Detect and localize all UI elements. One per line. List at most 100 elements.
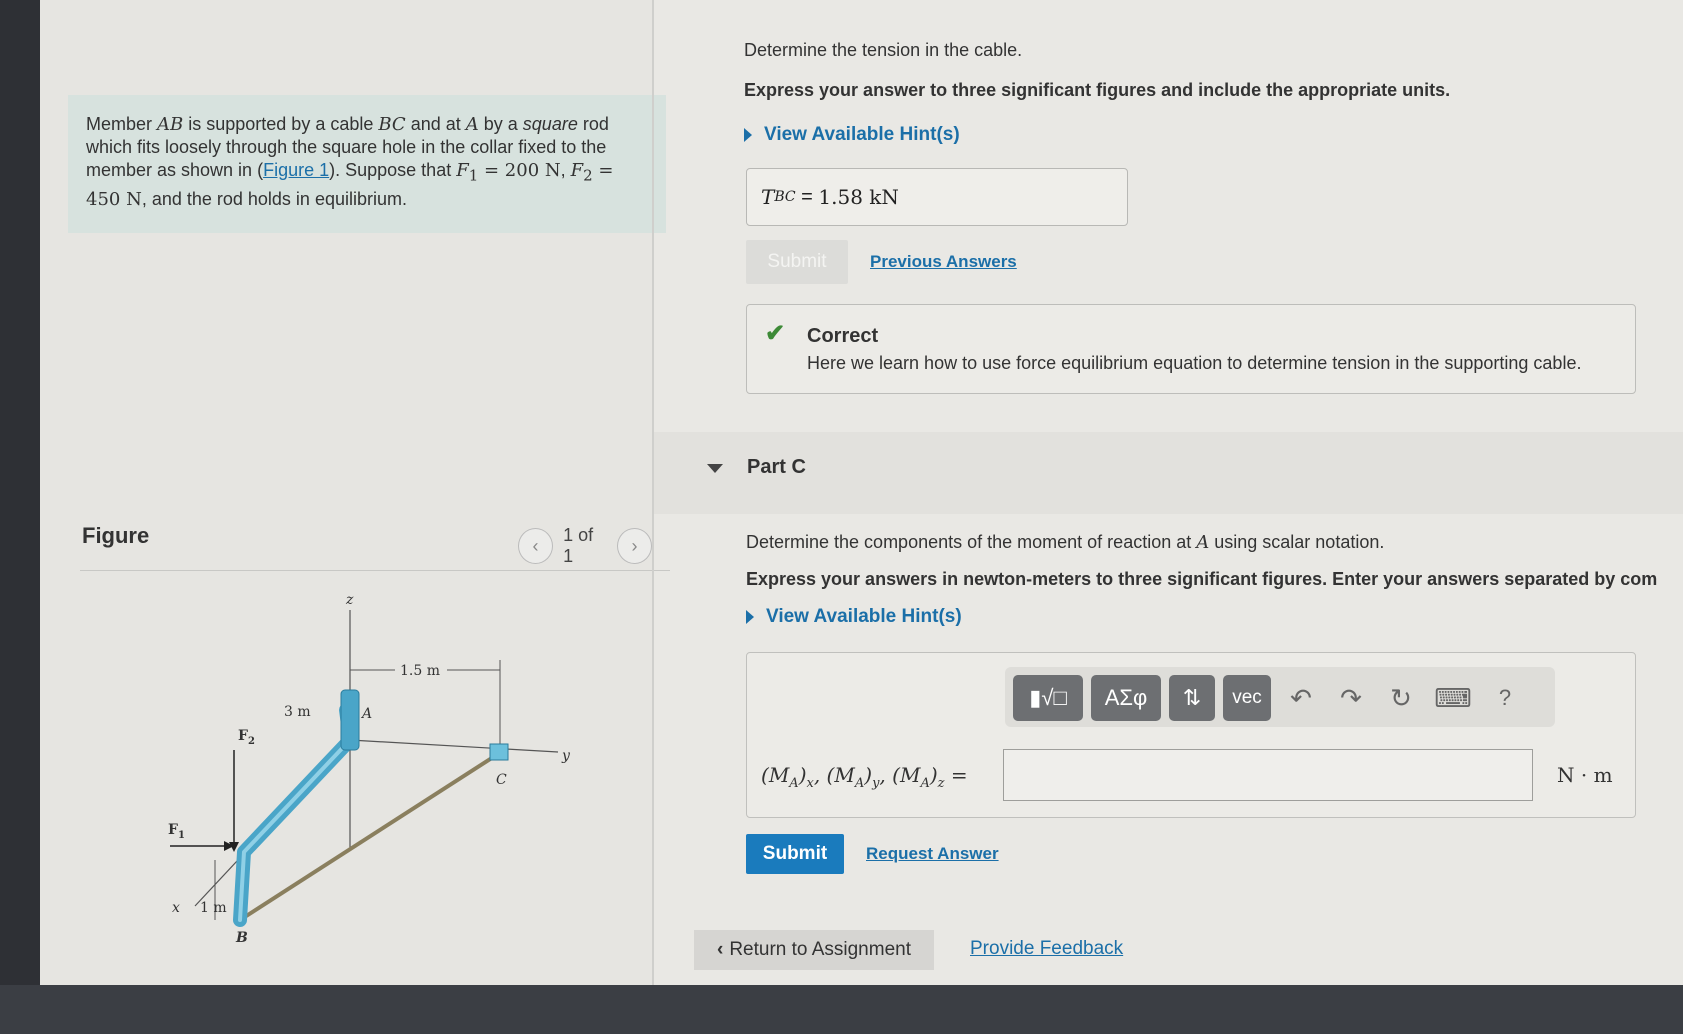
screen: Member AB is supported by a cable BC and… [0, 0, 1683, 985]
answer-value: 1.58 kN [818, 185, 899, 209]
correct-title: Correct [807, 325, 879, 347]
problem-statement: Member AB is supported by a cable BC and… [68, 95, 666, 233]
part-b-instruction: Express your answer to three significant… [744, 80, 1451, 100]
dim-1: 1 m [200, 900, 227, 916]
m-letter: M [899, 763, 921, 787]
chevron-right-icon[interactable]: › [616, 528, 652, 564]
x-axis-label: x [172, 900, 180, 916]
m-sub: A [854, 776, 865, 791]
left-panel: Member AB is supported by a cable BC and… [40, 0, 670, 985]
part-c-q1: Determine the components of the moment o… [746, 532, 1197, 552]
member-ab: AB [157, 114, 184, 135]
provide-feedback-link[interactable]: Provide Feedback [970, 938, 1123, 960]
point-a: A [465, 114, 479, 135]
right-panel: Determine the tension in the cable. Expr… [654, 0, 1683, 985]
z-axis-label: z [345, 592, 354, 608]
problem-text: , [560, 160, 566, 180]
hint-label: View Available Hint(s) [766, 606, 962, 627]
answer-sub: BC [774, 189, 796, 205]
part-b-answer-box: T BC = 1.58 kN [746, 168, 1128, 226]
m-sub: A [920, 776, 930, 791]
y-axis [349, 739, 559, 753]
part-c-question: Determine the components of the moment o… [746, 532, 1384, 553]
left-edge [0, 0, 40, 985]
greek-symbols-button[interactable]: ΑΣφ [1091, 675, 1161, 721]
problem-text: , and the rod holds in equilibrium. [141, 188, 407, 209]
sort-arrows-button[interactable]: ⇅ [1169, 675, 1215, 721]
help-icon[interactable]: ? [1487, 675, 1523, 721]
f2-sub: 2 [248, 736, 255, 747]
hint-label: View Available Hint(s) [764, 124, 960, 145]
desk-background [0, 985, 1683, 1034]
part-c-q2: using scalar notation. [1209, 532, 1385, 552]
cable-bc [238, 752, 500, 922]
caret-right-icon [746, 610, 754, 624]
f2-label: F2 [238, 728, 255, 747]
math-toolbar: ▮√□ ΑΣφ ⇅ vec ↶ ↷ ↻ ⌨ ? [1005, 667, 1555, 727]
part-b-submit-button[interactable]: Submit [746, 240, 848, 284]
correct-message: Here we learn how to use force equilibri… [807, 353, 1582, 373]
part-c-instruction: Express your answers in newton-meters to… [746, 569, 1658, 589]
figure-pager: ‹ 1 of 1 › [518, 525, 652, 567]
return-to-assignment-button[interactable]: ‹ Return to Assignment [694, 930, 934, 970]
part-b-hint-toggle[interactable]: View Available Hint(s) [744, 124, 960, 146]
problem-text: Member [86, 114, 158, 134]
collar-a [340, 689, 360, 751]
caret-down-icon [707, 464, 723, 473]
m-sub: A [789, 776, 799, 791]
undo-icon[interactable]: ↶ [1283, 675, 1319, 721]
part-c-hint-toggle[interactable]: View Available Hint(s) [746, 606, 962, 628]
point-a-label: A [360, 706, 372, 722]
problem-text: by a [478, 114, 523, 134]
caret-right-icon [744, 128, 752, 142]
m-letter: M [768, 763, 790, 787]
checkmark-icon: ✔ [765, 320, 786, 347]
problem-text: is supported by a cable [183, 114, 379, 134]
answer-var: T [761, 185, 775, 209]
templates-button[interactable]: ▮√□ [1013, 675, 1083, 721]
support-c [489, 743, 509, 761]
figure-diagram: z y x 1.5 m 3 m 1 m A B C F2 F1 [168, 592, 571, 946]
y-axis-label: y [561, 748, 571, 764]
part-c-label: Part C [747, 456, 806, 478]
correct-feedback: ✔ Correct Here we learn how to use force… [746, 304, 1636, 394]
pager-text: 1 of 1 [563, 525, 594, 566]
cable-bc: BC [378, 114, 406, 135]
problem-text: and at [405, 114, 466, 134]
answer-unit: N · m [1557, 763, 1613, 787]
dim-15: 1.5 m [400, 663, 440, 679]
reset-icon[interactable]: ↻ [1383, 675, 1419, 721]
f2-subscript: 2 [583, 166, 593, 185]
dim-3: 3 m [284, 704, 311, 720]
member-ab-highlight [238, 708, 352, 922]
f1-label: F1 [168, 822, 185, 841]
moment-components-label: (MA)x, (MA)y, (MA)z = [761, 763, 968, 791]
part-c-submit-button[interactable]: Submit [746, 834, 844, 874]
figure-link[interactable]: Figure 1 [263, 160, 329, 180]
f1-value: = 200 N [478, 160, 561, 181]
chevron-left-icon: ‹ [717, 939, 724, 960]
m-letter: M [834, 763, 855, 787]
vector-button[interactable]: vec [1223, 675, 1271, 721]
return-label: Return to Assignment [729, 939, 911, 960]
request-answer-link[interactable]: Request Answer [866, 844, 999, 864]
figure-label: Figure [82, 523, 150, 548]
part-c-point: A [1196, 532, 1210, 553]
f1-symbol: F [456, 160, 469, 181]
member-ab [233, 703, 357, 927]
part-c-header[interactable]: Part C [654, 432, 1683, 514]
previous-answers-link[interactable]: Previous Answers [870, 252, 1017, 272]
f2-letter: F [238, 728, 248, 744]
point-c-label: C [496, 772, 507, 788]
y-sub: y [872, 776, 880, 791]
moment-answer-input[interactable] [1003, 749, 1533, 801]
z-sub: z [937, 776, 945, 791]
equation-editor: ▮√□ ΑΣφ ⇅ vec ↶ ↷ ↻ ⌨ ? (MA)x, (MA)y, (M… [746, 652, 1636, 818]
keyboard-icon[interactable]: ⌨ [1434, 675, 1472, 721]
chevron-left-icon[interactable]: ‹ [518, 528, 554, 564]
problem-text: ). Suppose that [329, 160, 457, 180]
square-word: square [522, 114, 578, 134]
redo-icon[interactable]: ↷ [1333, 675, 1369, 721]
f2-symbol: F [570, 160, 584, 181]
answer-eq: = [795, 185, 819, 208]
